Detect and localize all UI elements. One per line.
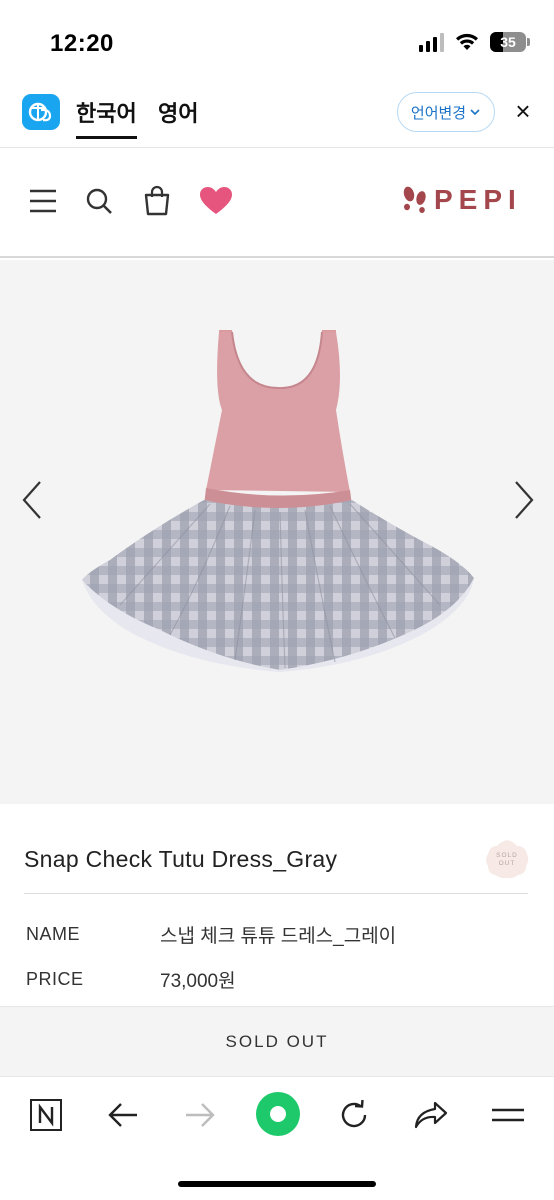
- svg-text:OUT: OUT: [499, 860, 516, 867]
- name-value: 스냅 체크 튜튜 드레스_그레이: [160, 926, 397, 947]
- product-image-carousel[interactable]: [0, 260, 554, 804]
- home-indicator: [178, 1181, 376, 1187]
- brand-logo[interactable]: PEPI: [402, 184, 522, 216]
- close-icon[interactable]: ×: [510, 98, 536, 124]
- forward-icon[interactable]: [178, 1093, 222, 1137]
- status-bar: 12:20 35: [0, 0, 554, 80]
- tab-english[interactable]: 영어: [158, 96, 198, 128]
- sold-out-badge: SOLD OUT: [486, 840, 529, 879]
- share-icon[interactable]: [409, 1093, 453, 1137]
- wifi-icon: [456, 33, 478, 50]
- reload-icon[interactable]: [332, 1093, 376, 1137]
- search-icon[interactable]: [82, 184, 116, 218]
- status-time: 12:20: [50, 30, 114, 57]
- product-photo: [82, 330, 474, 672]
- shopping-bag-icon[interactable]: [140, 184, 174, 218]
- home-icon[interactable]: [255, 1091, 301, 1137]
- language-change-label: 언어변경: [410, 104, 467, 122]
- name-label: NAME: [26, 924, 81, 944]
- price-value: 73,000원: [160, 971, 236, 992]
- price-label: PRICE: [26, 969, 84, 989]
- brand-name: PEPI: [434, 184, 522, 215]
- divider: [24, 893, 528, 894]
- signal-icon: [419, 32, 444, 52]
- shop-header: PEPI: [0, 148, 554, 258]
- sold-out-badge-text: SOLD: [496, 852, 518, 859]
- sold-out-button[interactable]: SOLD OUT: [0, 1006, 554, 1076]
- translate-logo-icon[interactable]: [22, 94, 60, 130]
- menu-icon[interactable]: [26, 184, 60, 218]
- product-title: Snap Check Tutu Dress_Gray: [24, 846, 338, 872]
- back-icon[interactable]: [101, 1093, 145, 1137]
- battery-icon: 35: [490, 32, 530, 52]
- footprints-icon: [403, 186, 426, 213]
- naver-icon[interactable]: [24, 1093, 68, 1137]
- tab-korean[interactable]: 한국어: [76, 96, 137, 139]
- status-icons: 35: [419, 32, 530, 52]
- battery-percent: 35: [500, 34, 516, 50]
- heart-icon[interactable]: [199, 184, 233, 218]
- language-change-button[interactable]: 언어변경: [397, 92, 495, 132]
- translate-bar: 한국어 영어 언어변경 ×: [0, 80, 554, 148]
- chevron-down-icon: [470, 109, 480, 116]
- menu-icon[interactable]: [486, 1093, 530, 1137]
